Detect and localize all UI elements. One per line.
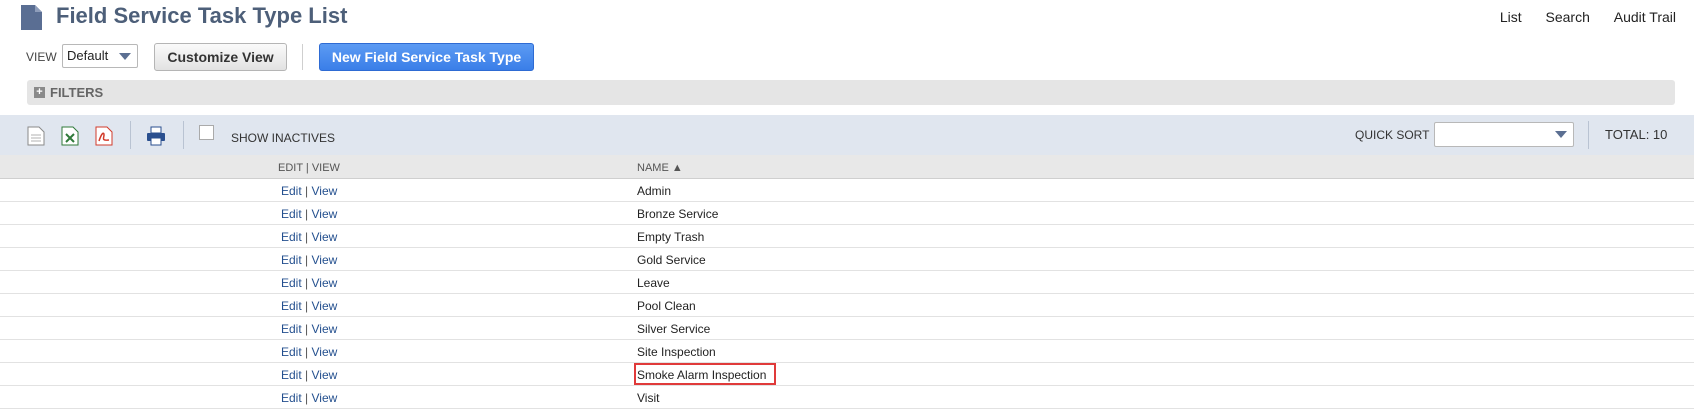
- highlight-box: [634, 363, 776, 385]
- quick-sort-select[interactable]: [1434, 122, 1574, 147]
- table-row: Edit | View Visit: [0, 386, 1694, 409]
- toolbar-divider: [130, 121, 131, 149]
- filters-label: FILTERS: [50, 85, 104, 100]
- sort-ascending-icon: ▲: [671, 162, 683, 174]
- link-separator: |: [301, 230, 312, 244]
- column-header-edit-view: EDIT | VIEW: [278, 162, 340, 174]
- view-link[interactable]: View: [311, 322, 337, 336]
- document-icon: [21, 5, 42, 30]
- view-link[interactable]: View: [311, 391, 337, 405]
- view-link[interactable]: View: [311, 345, 337, 359]
- edit-view-cell: Edit | View: [281, 368, 337, 382]
- edit-view-cell: Edit | View: [281, 230, 337, 244]
- title-bar: Field Service Task Type List List Search…: [0, 0, 1694, 38]
- page-title: Field Service Task Type List: [56, 3, 348, 28]
- link-separator: |: [301, 368, 312, 382]
- view-link[interactable]: View: [311, 368, 337, 382]
- new-task-type-button[interactable]: New Field Service Task Type: [319, 43, 534, 71]
- view-link[interactable]: View: [311, 276, 337, 290]
- table-row: Edit | View Silver Service: [0, 317, 1694, 340]
- table-row: Edit | View Empty Trash: [0, 225, 1694, 248]
- view-link[interactable]: View: [311, 207, 337, 221]
- table-row: Edit | View Admin: [0, 179, 1694, 202]
- view-link[interactable]: View: [311, 299, 337, 313]
- edit-view-cell: Edit | View: [281, 253, 337, 267]
- edit-view-cell: Edit | View: [281, 391, 337, 405]
- filters-bar[interactable]: + FILTERS: [27, 80, 1675, 105]
- edit-link[interactable]: Edit: [281, 391, 302, 405]
- export-csv-icon[interactable]: [27, 126, 45, 146]
- name-cell: Empty Trash: [637, 230, 705, 244]
- toolbar-divider: [183, 121, 184, 149]
- table-row: Edit | View Gold Service: [0, 248, 1694, 271]
- total-count: TOTAL: 10: [1605, 127, 1668, 142]
- name-cell: Silver Service: [637, 322, 711, 336]
- quick-sort-label: QUICK SORT: [1355, 128, 1430, 142]
- edit-view-cell: Edit | View: [281, 276, 337, 290]
- name-cell: Visit: [637, 391, 660, 405]
- table-row: Edit | View Bronze Service: [0, 202, 1694, 225]
- expand-plus-icon[interactable]: +: [34, 87, 45, 98]
- table-row: Edit | View Site Inspection: [0, 340, 1694, 363]
- edit-link[interactable]: Edit: [281, 253, 302, 267]
- edit-view-cell: Edit | View: [281, 322, 337, 336]
- edit-link[interactable]: Edit: [281, 322, 302, 336]
- view-label: VIEW: [26, 50, 57, 64]
- view-link[interactable]: View: [311, 253, 337, 267]
- column-header-name[interactable]: NAME ▲: [637, 162, 683, 174]
- edit-view-cell: Edit | View: [281, 345, 337, 359]
- edit-link[interactable]: Edit: [281, 184, 302, 198]
- link-separator: |: [301, 299, 312, 313]
- divider: [302, 44, 303, 70]
- view-link[interactable]: View: [311, 230, 337, 244]
- search-link[interactable]: Search: [1546, 9, 1590, 25]
- table-body: Edit | View Admin Edit | View Bronze Servic…: [0, 179, 1694, 409]
- link-separator: |: [301, 184, 312, 198]
- show-inactives-label: SHOW INACTIVES: [231, 131, 336, 145]
- column-header-name-label: NAME: [637, 162, 669, 174]
- customize-view-button[interactable]: Customize View: [154, 43, 287, 71]
- toolbar-divider: [1588, 121, 1589, 149]
- link-separator: |: [301, 276, 312, 290]
- table-header: EDIT | VIEW NAME ▲: [0, 155, 1694, 179]
- name-cell: Site Inspection: [637, 345, 716, 359]
- name-cell: Leave: [637, 276, 670, 290]
- link-separator: |: [301, 391, 312, 405]
- name-cell: Bronze Service: [637, 207, 719, 221]
- table-row: Edit | View Pool Clean: [0, 294, 1694, 317]
- edit-link[interactable]: Edit: [281, 368, 302, 382]
- table-row: Edit | View Leave: [0, 271, 1694, 294]
- list-toolbar: SHOW INACTIVES QUICK SORT TOTAL: 10: [0, 115, 1694, 155]
- link-separator: |: [301, 207, 312, 221]
- print-icon[interactable]: [146, 126, 166, 146]
- edit-view-cell: Edit | View: [281, 184, 337, 198]
- show-inactives-checkbox[interactable]: [199, 125, 214, 140]
- link-separator: |: [301, 322, 312, 336]
- view-select[interactable]: Default: [62, 44, 138, 68]
- table-row: Edit | View Smoke Alarm Inspection: [0, 363, 1694, 386]
- edit-link[interactable]: Edit: [281, 345, 302, 359]
- edit-link[interactable]: Edit: [281, 276, 302, 290]
- edit-link[interactable]: Edit: [281, 299, 302, 313]
- chevron-down-icon: [119, 53, 131, 60]
- chevron-down-icon: [1555, 131, 1567, 138]
- name-cell: Pool Clean: [637, 299, 696, 313]
- link-separator: |: [301, 253, 312, 267]
- edit-view-cell: Edit | View: [281, 207, 337, 221]
- view-link[interactable]: View: [311, 184, 337, 198]
- name-cell: Admin: [637, 184, 672, 198]
- export-excel-icon[interactable]: [61, 126, 79, 146]
- edit-link[interactable]: Edit: [281, 230, 302, 244]
- audit-trail-link[interactable]: Audit Trail: [1614, 9, 1676, 25]
- link-separator: |: [301, 345, 312, 359]
- list-link[interactable]: List: [1500, 9, 1522, 25]
- export-pdf-icon[interactable]: [95, 126, 113, 146]
- view-select-value: Default: [67, 48, 109, 63]
- edit-view-cell: Edit | View: [281, 299, 337, 313]
- name-cell: Gold Service: [637, 253, 706, 267]
- edit-link[interactable]: Edit: [281, 207, 302, 221]
- top-links: List Search Audit Trail: [1480, 9, 1676, 25]
- view-row: VIEW Default Customize View New Field Se…: [0, 42, 1694, 72]
